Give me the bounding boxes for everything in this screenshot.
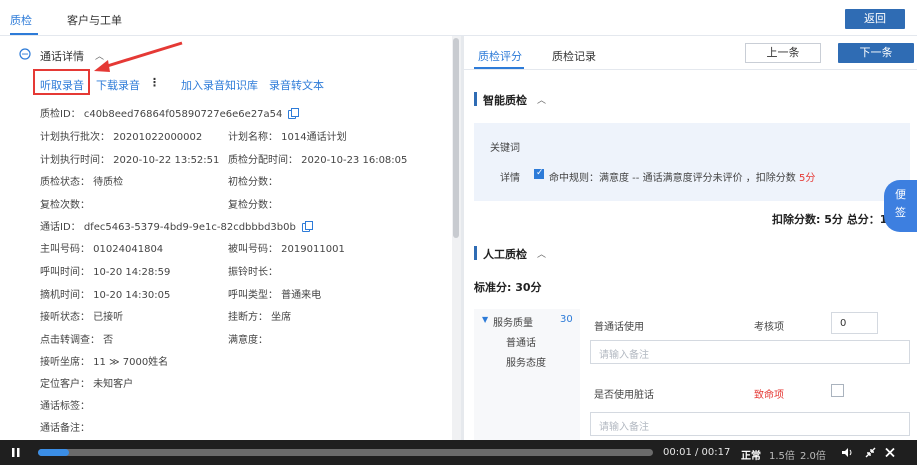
add-to-knowledge-base-link[interactable]: 加入录音知识库: [181, 77, 258, 93]
right-tab-divider: [464, 69, 917, 70]
call-id-field: 通话ID： dfec5463-5379-4bd9-9e1c-82cdbbbd3b…: [40, 218, 313, 233]
item-mandarin-type: 考核项: [754, 322, 784, 333]
caret-down-icon[interactable]: ▼: [482, 315, 488, 324]
progress-fill: [38, 449, 69, 456]
qc-id-field: 质检ID： c40b8eed76864f05890727e6e6e27a54: [40, 105, 300, 120]
satisfaction-field: 满意度：: [228, 335, 268, 346]
standard-score: 标准分: 30分: [474, 281, 542, 294]
rule-text: 命中规则：满意度 -- 通话满意度评分未评价 ，扣除分数 5分: [549, 173, 816, 184]
sticky-note-button[interactable]: 便 签: [884, 180, 917, 232]
speed-2x[interactable]: 2.0倍: [800, 447, 826, 462]
rule-checkbox[interactable]: [534, 168, 544, 179]
download-recording-link[interactable]: 下载录音: [96, 77, 140, 93]
section-marker: [474, 246, 477, 260]
tree-group-label[interactable]: 服务质量: [493, 314, 533, 329]
caller-field: 主叫号码： 01024041804: [40, 244, 164, 255]
hangup-side-field: 挂断方： 坐席: [228, 312, 292, 323]
tree-group-score: 30: [560, 314, 573, 325]
item-profanity-name: 是否使用脏话: [594, 390, 654, 401]
plan-batch-field: 计划执行批次： 20201022000002: [40, 132, 203, 143]
sticky-note-label-2: 签: [895, 206, 906, 219]
keyword-label: 关键词: [490, 143, 520, 154]
time-display: 00:01 / 00:17: [663, 447, 731, 458]
chevron-up-icon[interactable]: ︿: [537, 93, 546, 106]
tab-qc-record[interactable]: 质检记录: [552, 48, 596, 64]
agent-field: 接听坐席： 11 ≫ 7000姓名: [40, 357, 169, 368]
call-detail-title: 通话详情: [40, 50, 84, 63]
sticky-note-label-1: 便: [895, 188, 906, 201]
top-bar: 质检 客户与工单 返回: [0, 0, 917, 36]
call-type-field: 呼叫类型： 普通来电: [228, 290, 322, 301]
copy-icon[interactable]: [301, 220, 313, 232]
call-time-field: 呼叫时间： 10-20 14:28:59: [40, 267, 171, 278]
highlight-box: [33, 69, 90, 95]
collapse-icon[interactable]: [865, 447, 876, 458]
volume-icon[interactable]: [841, 447, 853, 458]
item-profanity-note-input[interactable]: 请输入备注: [590, 412, 910, 436]
more-icon[interactable]: ⋮: [149, 76, 160, 89]
answer-status-field: 接听状态： 已接听: [40, 312, 124, 323]
plan-time-field: 计划执行时间： 2020-10-22 13:52:51: [40, 155, 220, 166]
detail-label: 详情: [500, 173, 520, 184]
item-mandarin-name: 普通话使用: [594, 322, 644, 333]
item-profanity-checkbox[interactable]: [831, 384, 844, 397]
ring-duration-field: 振铃时长：: [228, 267, 278, 278]
tree-item-mandarin[interactable]: 普通话: [506, 334, 536, 349]
smart-qc-title: 智能质检: [483, 94, 527, 107]
plan-name-field: 计划名称： 1014通话计划: [228, 132, 347, 143]
qc-assign-time-field: 质检分配时间： 2020-10-23 16:08:05: [228, 155, 408, 166]
back-button[interactable]: 返回: [845, 9, 905, 29]
tree-item-attitude[interactable]: 服务态度: [506, 354, 546, 369]
prev-button[interactable]: 上一条: [745, 43, 821, 63]
callee-field: 被叫号码： 2019011001: [228, 244, 345, 255]
call-notes-field: 通话备注：: [40, 423, 90, 434]
first-score-field: 初检分数：: [228, 177, 278, 188]
recheck-count-field: 复检次数：: [40, 200, 90, 211]
call-tags-field: 通话标签：: [40, 401, 90, 412]
item-mandarin-note-input[interactable]: 请输入备注: [590, 340, 910, 364]
next-button[interactable]: 下一条: [838, 43, 914, 63]
tab-qc-score[interactable]: 质检评分: [478, 48, 522, 64]
item-mandarin-score-input[interactable]: 0: [831, 312, 878, 334]
chevron-up-icon[interactable]: ︿: [537, 247, 546, 260]
section-marker: [474, 92, 477, 106]
pause-icon[interactable]: [11, 447, 21, 458]
recheck-score-field: 复检分数：: [228, 200, 278, 211]
hangup-time-field: 摘机时间： 10-20 14:30:05: [40, 290, 171, 301]
survey-field: 点击转调查： 否: [40, 335, 114, 346]
locate-customer-field: 定位客户： 未知客户: [40, 379, 134, 390]
progress-track[interactable]: [38, 449, 653, 456]
left-scrollbar-thumb[interactable]: [453, 38, 459, 238]
manual-qc-title: 人工质检: [483, 248, 527, 261]
chat-bubble-icon: [19, 48, 31, 60]
recording-to-text-link[interactable]: 录音转文本: [269, 77, 324, 93]
tab-customer-ticket[interactable]: 客户与工单: [67, 12, 122, 28]
annotation-arrow: [94, 41, 183, 72]
item-profanity-type: 致命项: [754, 390, 784, 401]
copy-icon[interactable]: [288, 107, 300, 119]
active-tab-indicator: [10, 33, 38, 35]
qc-status-field: 质检状态： 待质检: [40, 177, 124, 188]
speed-1-5x[interactable]: 1.5倍: [769, 447, 795, 462]
smart-qc-panel: [474, 123, 910, 201]
close-icon[interactable]: [885, 447, 895, 458]
speed-normal[interactable]: 正常: [741, 447, 761, 462]
tab-quality-check[interactable]: 质检: [10, 12, 32, 28]
